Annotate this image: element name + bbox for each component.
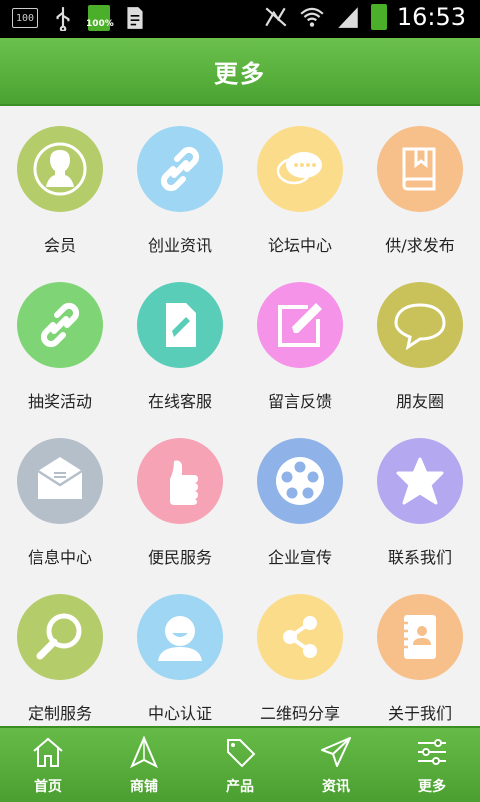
tile-info-center[interactable]: 信息中心 — [0, 418, 120, 574]
tile-startup-news[interactable]: 创业资讯 — [120, 106, 240, 262]
signal-icon — [338, 7, 358, 28]
nav-label: 商铺 — [130, 779, 158, 795]
nav-shop[interactable]: 商铺 — [96, 728, 192, 802]
tile-member[interactable]: 会员 — [0, 106, 120, 262]
status-bar: 100 100% 16:53 — [0, 0, 480, 38]
member-icon — [33, 142, 87, 196]
home-icon — [33, 737, 63, 767]
battery-icon — [370, 4, 387, 30]
bottom-nav: 首页 商铺 产品 资讯 更多 — [0, 726, 480, 802]
tile-custom-service[interactable]: 定制服务 — [0, 574, 120, 726]
nav-label: 产品 — [226, 779, 254, 795]
nav-label: 首页 — [34, 779, 62, 795]
nav-label: 资讯 — [322, 779, 350, 795]
tile-lottery[interactable]: 抽奖活动 — [0, 262, 120, 418]
tile-circle — [17, 282, 103, 368]
tile-label: 创业资讯 — [147, 236, 212, 255]
tile-supply-demand[interactable]: 供/求发布 — [360, 106, 480, 262]
tile-label: 论坛中心 — [267, 236, 332, 255]
tile-circle — [257, 282, 343, 368]
status-bar-left: 100 100% — [12, 5, 148, 31]
sale-tag-icon — [227, 739, 256, 768]
nav-label: 更多 — [418, 779, 446, 795]
tile-about-us[interactable]: 关于我们 — [360, 574, 480, 726]
tile-circle — [257, 438, 343, 524]
tile-contact-us[interactable]: 联系我们 — [360, 418, 480, 574]
tile-center-certification[interactable]: 中心认证 — [120, 574, 240, 726]
shop-icon — [130, 735, 158, 769]
edit-document-icon — [166, 303, 196, 347]
no-signal-icon — [265, 7, 287, 27]
tile-feedback[interactable]: 留言反馈 — [240, 262, 360, 418]
tile-label: 定制服务 — [27, 704, 92, 723]
tile-label: 供/求发布 — [385, 236, 455, 255]
book-icon — [402, 147, 436, 191]
tile-circle — [377, 282, 463, 368]
film-reel-icon — [276, 457, 324, 505]
page-header: 更多 — [0, 38, 480, 106]
tile-label: 二维码分享 — [259, 704, 340, 723]
battery-status-label: 100% — [86, 19, 114, 29]
star-icon — [396, 457, 444, 505]
page-title: 更多 — [214, 59, 266, 88]
tile-online-service[interactable]: 在线客服 — [120, 262, 240, 418]
tile-label: 在线客服 — [147, 392, 212, 411]
tile-forum[interactable]: 论坛中心 — [240, 106, 360, 262]
tile-circle — [17, 126, 103, 212]
feature-grid: 会员 创业资讯 论坛中心 供/求发布 抽奖活动 在线客服 留言反馈 朋友圈 信息… — [0, 106, 480, 726]
wifi-icon — [300, 7, 324, 27]
tile-label: 信息中心 — [27, 548, 92, 567]
nav-news[interactable]: 资讯 — [288, 728, 384, 802]
tile-circle — [377, 594, 463, 680]
tile-label: 联系我们 — [387, 548, 452, 567]
pencil-square-icon — [278, 303, 322, 347]
speech-bubble-icon — [394, 303, 446, 351]
sim-box-icon: 100 — [12, 8, 38, 28]
magnifier-icon — [36, 613, 82, 660]
tile-label: 会员 — [43, 236, 76, 255]
usb-icon — [56, 7, 70, 31]
link-icon — [40, 302, 80, 348]
tile-qr-share[interactable]: 二维码分享 — [240, 574, 360, 726]
link-icon — [160, 146, 200, 192]
settings-sliders-icon — [418, 739, 446, 765]
chat-bubble-icon — [276, 152, 322, 185]
tile-convenience[interactable]: 便民服务 — [120, 418, 240, 574]
tile-label: 便民服务 — [147, 548, 212, 567]
document-icon — [127, 7, 143, 29]
tile-circle — [377, 438, 463, 524]
nav-products[interactable]: 产品 — [192, 728, 288, 802]
send-icon — [321, 737, 351, 767]
sim-box-label: 100 — [15, 12, 35, 24]
clock: 16:53 — [396, 3, 466, 31]
tile-friends[interactable]: 朋友圈 — [360, 262, 480, 418]
tile-circle — [137, 126, 223, 212]
tile-company-promo[interactable]: 企业宣传 — [240, 418, 360, 574]
tile-label: 抽奖活动 — [27, 392, 92, 411]
thumbs-up-icon — [170, 460, 198, 505]
tile-circle — [17, 438, 103, 524]
nav-home[interactable]: 首页 — [0, 728, 96, 802]
tile-label: 企业宣传 — [267, 548, 332, 567]
contact-book-icon — [402, 615, 436, 659]
tile-circle — [257, 594, 343, 680]
status-bar-right: 16:53 — [263, 3, 466, 31]
tile-label: 关于我们 — [387, 704, 452, 723]
envelope-icon — [37, 457, 83, 499]
tile-label: 留言反馈 — [267, 392, 332, 411]
tile-circle — [137, 282, 223, 368]
tile-label: 朋友圈 — [395, 392, 444, 411]
user-avatar-icon — [158, 616, 202, 661]
nav-more[interactable]: 更多 — [384, 728, 480, 802]
tile-circle — [137, 594, 223, 680]
tile-circle — [257, 126, 343, 212]
share-icon — [283, 616, 317, 658]
tile-circle — [137, 438, 223, 524]
tile-circle — [377, 126, 463, 212]
tile-label: 中心认证 — [147, 704, 212, 723]
battery-status-icon: 100% — [86, 5, 114, 31]
tile-circle — [17, 594, 103, 680]
